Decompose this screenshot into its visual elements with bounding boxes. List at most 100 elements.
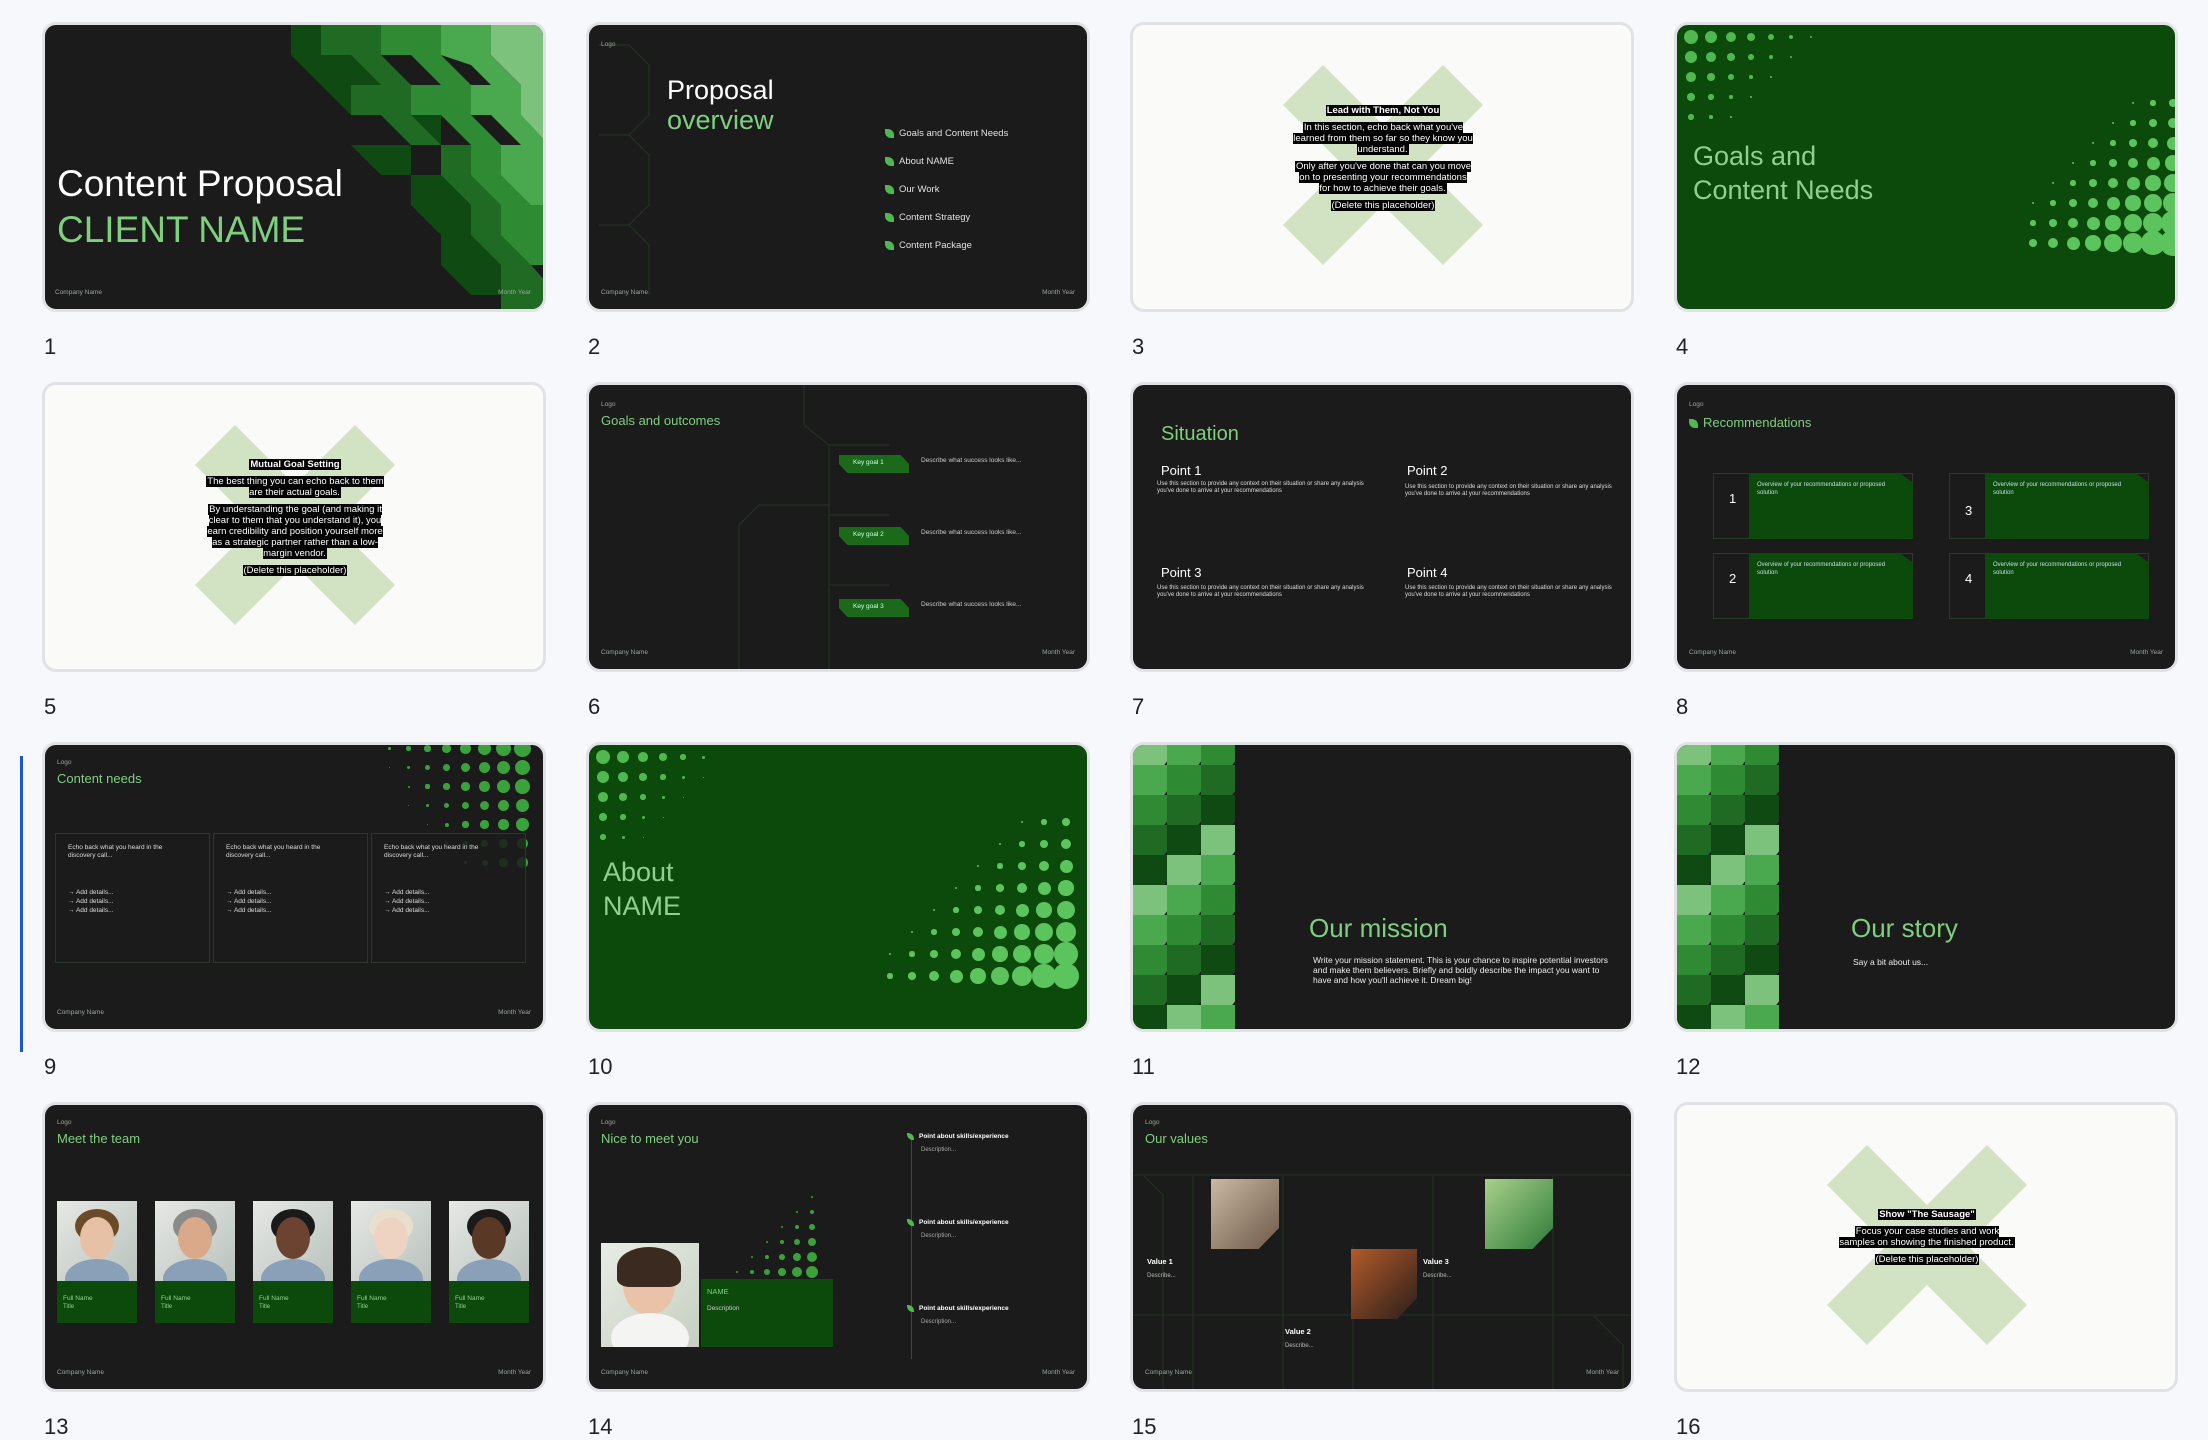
pattern-dot: [949, 969, 963, 983]
slide-10-title-line-1: About: [603, 857, 674, 887]
pattern-dot: [1056, 900, 1076, 920]
slide-2-subtitle: overview: [667, 105, 774, 135]
slide-thumbnail-16[interactable]: Show "The Sausage" Focus your case studi…: [1674, 1102, 2178, 1439]
slide-thumbnail-3[interactable]: Lead with Them, Not You In this section,…: [1130, 22, 1634, 359]
slide-13-logo: Logo: [57, 1119, 72, 1126]
slide-thumbnail-10[interactable]: About NAME 10: [586, 742, 1090, 1079]
slide-3-canvas[interactable]: Lead with Them, Not You In this section,…: [1130, 22, 1634, 312]
pattern-dot: [888, 952, 892, 956]
slide-13-company: Company Name: [57, 1369, 104, 1376]
pattern-dot: [2051, 181, 2055, 185]
slide-14-canvas[interactable]: Logo Nice to meet you NAME Description P…: [586, 1102, 1090, 1392]
pattern-dot: [2049, 219, 2057, 227]
pattern-dot: [763, 1268, 770, 1275]
pattern-dot: [2142, 212, 2164, 234]
slide-13-canvas[interactable]: Logo Meet the team Full Name Title Full Na…: [42, 1102, 546, 1392]
slide-number-11: 11: [1132, 1054, 1155, 1079]
slide-thumbnail-7[interactable]: Situation Point 1 Use this section to pr…: [1130, 382, 1634, 719]
slide-number-8: 8: [1676, 694, 1689, 719]
slide-thumbnail-15[interactable]: Logo Our values Value 1 Describe... Valu…: [1130, 1102, 1634, 1439]
pattern-dot: [928, 970, 940, 982]
pattern-dot: [2030, 220, 2036, 226]
pattern-dot: [779, 1239, 784, 1244]
pattern-dot: [1706, 52, 1716, 62]
key-goal-desc-3: Describe what success looks like...: [921, 601, 1022, 608]
slide-9-company: Company Name: [57, 1009, 104, 1016]
pattern-dot: [1708, 94, 1714, 100]
pattern-dot: [640, 794, 646, 800]
content-need-column-3: Echo back what you heard in the discover…: [371, 833, 526, 963]
slide-thumbnail-5[interactable]: Mutual Goal Setting The best thing you c…: [42, 382, 546, 719]
slide-15-canvas[interactable]: Logo Our values Value 1 Describe... Valu…: [1130, 1102, 1634, 1392]
slide-thumbnail-11[interactable]: Our mission Write your mission statement…: [1130, 742, 1634, 1079]
pattern-dot: [515, 779, 530, 794]
slide-thumbnail-2[interactable]: Logo Proposal overview Goals and Content…: [586, 22, 1090, 359]
team-member-title: Title: [455, 1304, 467, 1310]
pattern-dot: [1747, 33, 1755, 41]
values-photo-2: [1351, 1249, 1417, 1319]
point-2-desc: Description...: [921, 1233, 957, 1239]
slide-thumbnail-12[interactable]: Our story Say a bit about us... 12: [1674, 742, 2178, 1079]
slide-thumbnail-8[interactable]: Logo Recommendations 1 Overview of your …: [1674, 382, 2178, 719]
pattern-dot: [597, 771, 609, 783]
pattern-dot: [2066, 236, 2080, 250]
pattern-dot: [1034, 922, 1054, 942]
slide-9-date: Month Year: [498, 1009, 531, 1016]
pattern-dot: [2129, 139, 2137, 147]
pattern-dot: [1015, 903, 1029, 917]
slide-11-canvas[interactable]: Our mission Write your mission statement…: [1130, 742, 1634, 1032]
slide-8-canvas[interactable]: Logo Recommendations 1 Overview of your …: [1674, 382, 2178, 672]
pattern-dot: [974, 906, 982, 914]
slide-9-canvas[interactable]: Logo Content needs Echo back what you he…: [42, 742, 546, 1032]
slide-5-delete-note: (Delete this placeholder): [242, 565, 348, 576]
slide-4-canvas[interactable]: Goals and Content Needs: [1674, 22, 2178, 312]
pattern-dot: [515, 798, 530, 813]
pattern-dot: [1790, 56, 1792, 58]
slide-14-title: Nice to meet you: [601, 1131, 699, 1146]
slide-thumbnail-6[interactable]: Logo Goals and outcomes Key goal 1 Descr…: [586, 382, 1090, 719]
rec-text-3: Overview of your recommendations or prop…: [1993, 482, 2122, 496]
slide-16-canvas[interactable]: Show "The Sausage" Focus your case studi…: [1674, 1102, 2178, 1392]
pattern-dot: [1770, 76, 1772, 78]
pattern-dot: [954, 886, 958, 890]
pattern-dot: [1020, 820, 1024, 824]
pattern-dot: [2130, 120, 2136, 126]
slide-12-canvas[interactable]: Our story Say a bit about us...: [1674, 742, 2178, 1032]
pattern-dot: [2085, 235, 2101, 251]
pattern-dot: [806, 1251, 817, 1262]
slide-thumbnail-9[interactable]: Logo Content needs Echo back what you he…: [42, 742, 546, 1079]
hair-shape: [617, 1247, 681, 1287]
team-member-card: Full Name Title: [253, 1201, 333, 1323]
pattern-dot: [2109, 159, 2117, 167]
pattern-dot: [1687, 93, 1695, 101]
slide-1-canvas[interactable]: Content Proposal CLIENT NAME Company Nam…: [42, 22, 546, 312]
slide-thumbnail-4[interactable]: Goals and Content Needs 4: [1674, 22, 2178, 359]
slide-10-title-line-2: NAME: [603, 891, 682, 921]
slide-10-canvas[interactable]: About NAME: [586, 742, 1090, 1032]
slide-thumbnail-1[interactable]: Content Proposal CLIENT NAME Company Nam…: [42, 22, 546, 359]
pattern-dot: [791, 1266, 802, 1277]
pattern-dot: [638, 752, 648, 762]
slide-12-title: Our story: [1851, 913, 1958, 943]
name-card: NAME Description: [701, 1279, 833, 1347]
slide-6-canvas[interactable]: Logo Goals and outcomes Key goal 1 Descr…: [586, 382, 1090, 672]
slide-14-company: Company Name: [601, 1369, 648, 1376]
pattern-dot: [701, 755, 705, 759]
slide-5-canvas[interactable]: Mutual Goal Setting The best thing you c…: [42, 382, 546, 672]
leaf-icon: [885, 212, 894, 222]
pattern-dot: [952, 928, 960, 936]
slide-thumbnail-13[interactable]: Logo Meet the team Full Name Title Full Na…: [42, 1102, 546, 1439]
slide-8-date: Month Year: [2130, 649, 2163, 656]
slide-2-canvas[interactable]: Logo Proposal overview Goals and Content…: [586, 22, 1090, 312]
pattern-dot: [2123, 213, 2143, 233]
rec-num-2: 2: [1729, 571, 1737, 586]
point-3-desc: Description...: [921, 1319, 957, 1325]
slide-7-canvas[interactable]: Situation Point 1 Use this section to pr…: [1130, 382, 1634, 672]
pattern-dot: [2147, 137, 2159, 149]
pattern-dot: [2125, 195, 2141, 211]
pattern-dot: [426, 804, 429, 807]
pattern-dot: [777, 1267, 786, 1276]
slide-thumbnail-14[interactable]: Logo Nice to meet you NAME Description P…: [586, 1102, 1090, 1439]
pattern-dot: [1059, 859, 1073, 873]
point-2-title: Point 2: [1407, 463, 1448, 478]
